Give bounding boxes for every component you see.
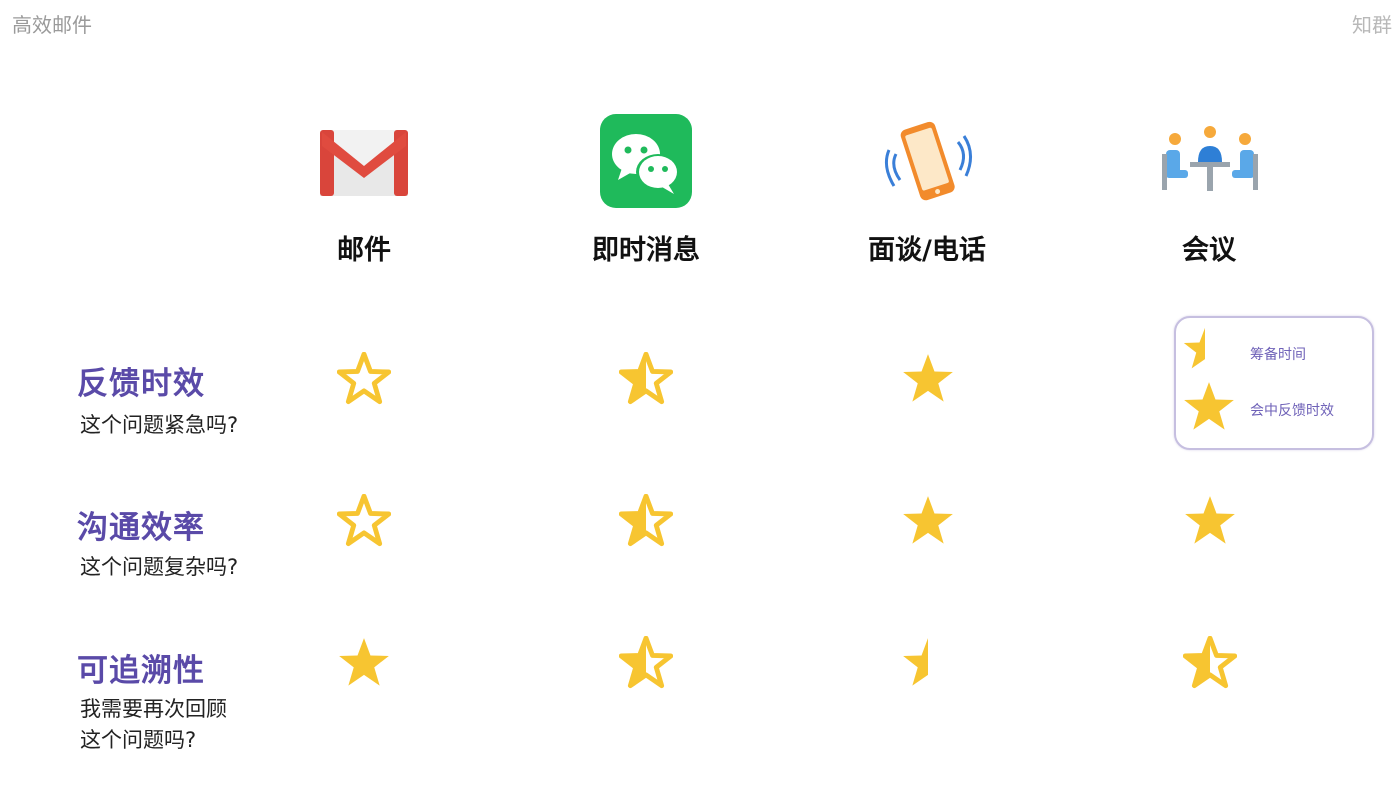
row-title-traceability: 可追溯性 [77, 653, 205, 689]
legend-label-in-meeting-feedback: 会中反馈时效 [1250, 403, 1334, 419]
full-star-icon [1183, 494, 1237, 548]
phone-vibrate-icon [880, 114, 976, 210]
row-subtitle-traceability-line-1: 我需要再次回顾 [80, 697, 227, 721]
meeting-icon [1160, 124, 1258, 220]
row-title-communication-efficiency: 沟通效率 [77, 510, 205, 546]
partial-star-icon [901, 636, 955, 690]
column-label-email: 邮件 [337, 235, 391, 266]
meeting-legend-box: 筹备时间 会中反馈时效 [1174, 316, 1374, 450]
column-label-instant-message: 即时消息 [592, 235, 700, 266]
column-label-meeting: 会议 [1182, 235, 1236, 266]
row-title-feedback-timeliness: 反馈时效 [77, 366, 205, 402]
outline-star-icon [337, 494, 391, 548]
half-star-icon [619, 494, 673, 548]
row-subtitle-feedback-timeliness: 这个问题紧急吗? [80, 413, 239, 437]
wechat-icon [598, 114, 694, 210]
legend-label-prep-time: 筹备时间 [1250, 347, 1306, 363]
brand-watermark: 知群 [1352, 13, 1392, 37]
slide-title: 高效邮件 [12, 13, 92, 37]
full-star-icon [1182, 380, 1236, 434]
gmail-icon [316, 114, 412, 210]
half-star-icon [1183, 636, 1237, 690]
partial-star-icon [1182, 326, 1228, 372]
full-star-icon [901, 352, 955, 406]
half-star-icon [619, 636, 673, 690]
full-star-icon [337, 636, 391, 690]
outline-star-icon [337, 352, 391, 406]
half-star-icon [619, 352, 673, 406]
row-subtitle-communication-efficiency: 这个问题复杂吗? [80, 555, 239, 579]
row-subtitle-traceability-line-2: 这个问题吗? [80, 728, 197, 752]
full-star-icon [901, 494, 955, 548]
column-label-talk-phone: 面谈/电话 [868, 235, 986, 266]
